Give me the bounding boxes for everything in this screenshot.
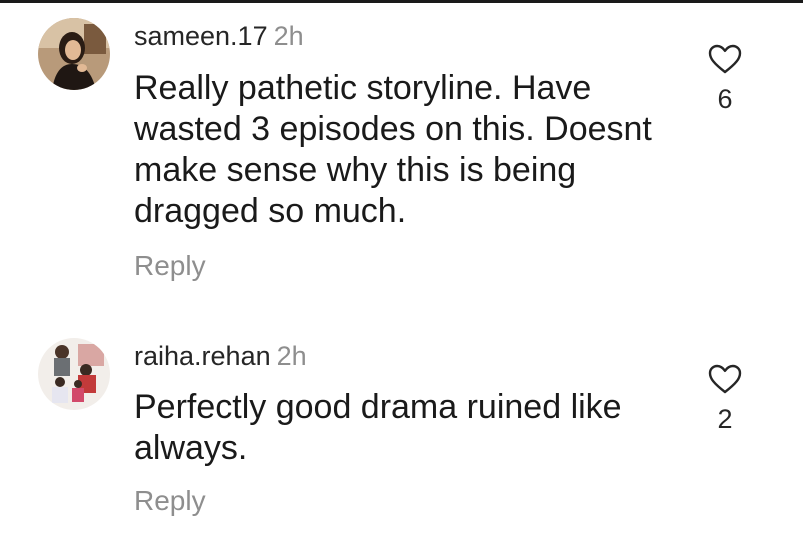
timestamp: 2h	[273, 21, 304, 51]
username[interactable]: raiha.rehan	[134, 341, 271, 371]
timestamp: 2h	[276, 341, 307, 371]
heart-icon[interactable]	[708, 44, 742, 74]
user-photo-icon	[38, 338, 110, 410]
like-control: 2	[700, 364, 750, 434]
avatar[interactable]	[38, 18, 110, 90]
like-control: 6	[700, 44, 750, 114]
heart-icon[interactable]	[708, 364, 742, 394]
comment-text: Perfectly good drama ruined like always.	[134, 388, 622, 467]
like-count: 6	[717, 84, 733, 114]
reply-button[interactable]: Reply	[134, 485, 206, 517]
like-count: 2	[717, 404, 733, 434]
user-photo-icon	[38, 18, 110, 90]
username[interactable]: sameen.17	[134, 21, 268, 51]
avatar[interactable]	[38, 338, 110, 410]
reply-button[interactable]: Reply	[134, 250, 206, 282]
comment-header: raiha.rehan 2h	[134, 340, 307, 372]
top-divider	[0, 0, 803, 3]
comment-text: Really pathetic storyline. Have wasted 3…	[134, 69, 652, 230]
comment-header: sameen.17 2h	[134, 20, 304, 52]
